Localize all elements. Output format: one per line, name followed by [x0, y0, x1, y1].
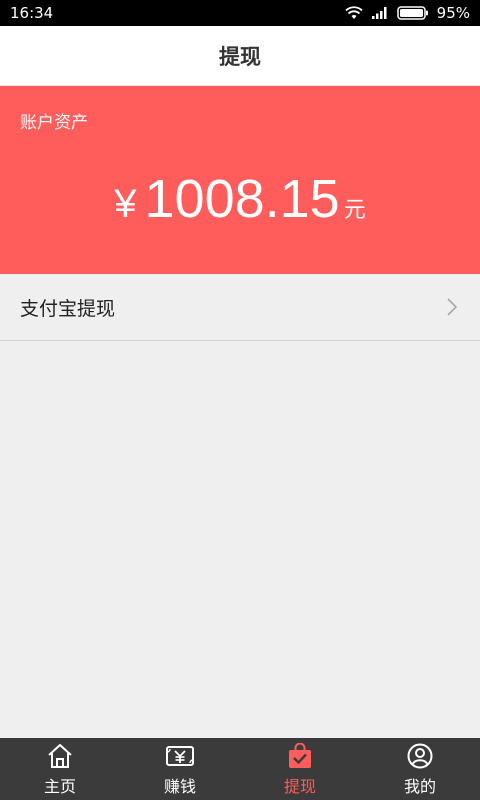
withdraw-option-label: 支付宝提现: [20, 297, 116, 320]
status-icons: 95%: [345, 4, 470, 22]
balance-amount: 1008.15: [144, 169, 340, 229]
bottom-tab-bar: 主页 赚钱 提现 我的: [0, 738, 480, 800]
chevron-right-icon: [446, 297, 458, 317]
account-assets-card: 账户资产 ¥ 1008.15 元: [0, 86, 480, 274]
alipay-withdraw-row[interactable]: 支付宝提现: [0, 274, 480, 341]
home-icon: [46, 741, 74, 771]
tab-withdraw[interactable]: 提现: [240, 738, 360, 800]
battery-percent: 95%: [436, 4, 470, 22]
tab-home[interactable]: 主页: [0, 738, 120, 800]
money-icon: [165, 741, 195, 771]
tab-mine-label: 我的: [403, 777, 436, 796]
user-icon: [407, 741, 433, 771]
status-time: 16:34: [10, 4, 54, 22]
bag-check-icon: [287, 741, 313, 771]
currency-unit: 元: [343, 198, 366, 223]
signal-icon: [371, 6, 389, 20]
status-bar: 16:34 95%: [0, 0, 480, 26]
assets-label: 账户资产: [20, 113, 88, 133]
header: 提现: [0, 26, 480, 86]
battery-icon: [396, 6, 429, 20]
tab-earn-label: 赚钱: [163, 777, 196, 796]
page-title: 提现: [219, 44, 261, 69]
tab-earn[interactable]: 赚钱: [120, 738, 240, 800]
currency-symbol: ¥: [114, 182, 137, 226]
tab-withdraw-label: 提现: [283, 777, 316, 796]
wifi-icon: [345, 6, 363, 20]
tab-mine[interactable]: 我的: [360, 738, 480, 800]
balance-display: ¥ 1008.15 元: [0, 168, 480, 230]
tab-home-label: 主页: [43, 777, 76, 796]
